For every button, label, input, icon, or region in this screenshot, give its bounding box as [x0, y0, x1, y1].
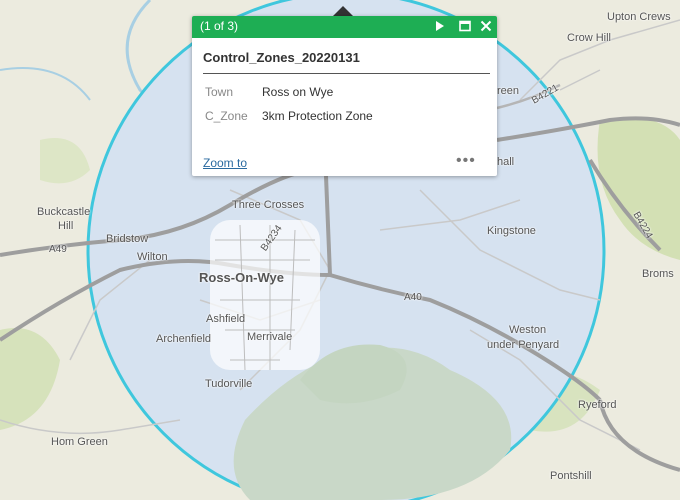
attribute-row-c-zone: C_Zone 3km Protection Zone	[205, 109, 373, 123]
popup-divider	[203, 73, 490, 74]
label-archenfield: Archenfield	[156, 333, 212, 345]
more-options-button[interactable]: •••	[456, 152, 476, 170]
attribute-value: Ross on Wye	[262, 85, 334, 99]
label-wilton: Wilton	[137, 251, 168, 263]
play-right-icon	[436, 21, 444, 31]
label-buckcastle: Buckcastle	[37, 206, 91, 218]
label-kingstone: Kingstone	[487, 225, 536, 237]
next-feature-button[interactable]	[433, 19, 447, 33]
label-bridstow: Bridstow	[106, 233, 149, 245]
attribute-key: Town	[205, 85, 234, 99]
label-weston: Weston	[509, 324, 547, 336]
label-ross-on-wye: Ross-On-Wye	[199, 270, 284, 285]
attribute-value: 3km Protection Zone	[262, 109, 373, 123]
popup-title: Control_Zones_20220131	[203, 50, 360, 65]
label-upton-crews: Upton Crews	[607, 11, 671, 23]
label-three-crosses: Three Crosses	[232, 199, 305, 211]
maximize-button[interactable]	[458, 19, 472, 33]
label-pontshill: Pontshill	[550, 470, 592, 482]
label-ryeford: Ryeford	[578, 399, 617, 411]
label-hill: Hill	[58, 220, 74, 232]
attribute-row-town: Town Ross on Wye	[205, 85, 333, 99]
label-merrivale: Merrivale	[247, 331, 293, 343]
label-hall-partial: hall	[497, 156, 515, 168]
label-ashfield: Ashfield	[206, 313, 246, 325]
label-green-partial: reen	[497, 85, 520, 97]
label-under-penyard: under Penyard	[487, 339, 560, 351]
label-road-a49: A49	[49, 244, 67, 255]
label-bromsash-partial: Broms	[642, 268, 674, 280]
attribute-key: C_Zone	[205, 109, 248, 123]
label-crow-hill: Crow Hill	[567, 32, 611, 44]
feature-popup: (1 of 3) Control_Zones_20220131 Town Ross…	[192, 16, 497, 176]
close-button[interactable]	[479, 19, 493, 33]
label-tudorville: Tudorville	[205, 378, 253, 390]
maximize-icon	[459, 20, 471, 32]
zoom-to-link[interactable]: Zoom to	[203, 156, 247, 170]
popup-feature-count: (1 of 3)	[200, 19, 239, 33]
popup-pointer	[333, 6, 353, 16]
label-road-a40: A40	[404, 292, 422, 303]
label-hom-green: Hom Green	[51, 436, 108, 448]
popup-header: (1 of 3)	[192, 16, 497, 38]
close-icon	[480, 20, 492, 32]
